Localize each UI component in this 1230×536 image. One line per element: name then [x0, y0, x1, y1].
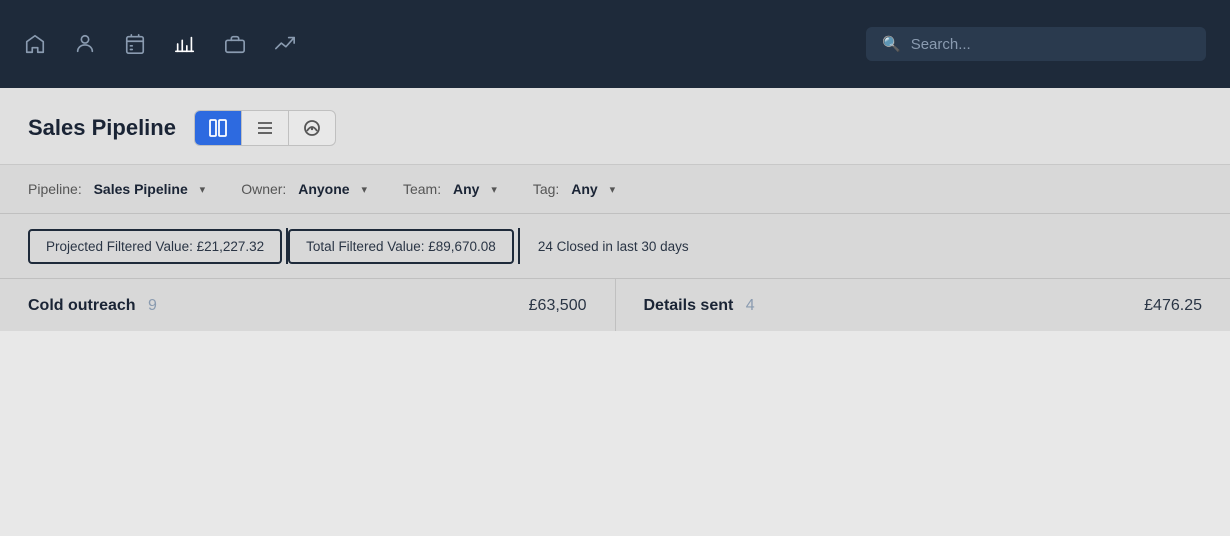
- owner-filter-value: Anyone: [298, 181, 349, 197]
- list-view-button[interactable]: [242, 111, 289, 145]
- closed-stat: 24 Closed in last 30 days: [520, 239, 689, 254]
- pipeline-filter-label: Pipeline:: [28, 181, 82, 197]
- page-header: Sales Pipeline: [0, 88, 1230, 165]
- col-title-group: Cold outreach 9: [28, 297, 157, 315]
- search-icon: 🔍: [882, 35, 901, 53]
- gauge-view-button[interactable]: [289, 111, 335, 145]
- tag-filter[interactable]: Tag: Any ▾: [533, 181, 615, 197]
- col-title: Cold outreach: [28, 297, 136, 314]
- owner-chevron-icon: ▾: [361, 183, 367, 196]
- projected-value-box: Projected Filtered Value: £21,227.32: [28, 229, 282, 264]
- filter-bar: Pipeline: Sales Pipeline ▾ Owner: Anyone…: [0, 165, 1230, 214]
- team-filter-label: Team:: [403, 181, 441, 197]
- pipeline-column-details-sent: Details sent 4 £476.25: [616, 279, 1230, 331]
- projected-value-amount: £21,227.32: [197, 239, 265, 254]
- total-value-amount: £89,670.08: [428, 239, 496, 254]
- search-bar[interactable]: 🔍: [866, 27, 1206, 61]
- projected-value-label: Projected Filtered Value:: [46, 239, 193, 254]
- trend-icon[interactable]: [274, 33, 296, 55]
- col-value-2: £476.25: [1144, 297, 1202, 315]
- col-count-2: 4: [746, 297, 755, 314]
- search-input[interactable]: [911, 36, 1190, 53]
- team-filter[interactable]: Team: Any ▾: [403, 181, 497, 197]
- person-icon[interactable]: [74, 33, 96, 55]
- owner-filter-label: Owner:: [241, 181, 286, 197]
- col-title-group-2: Details sent 4: [644, 297, 755, 315]
- page-title: Sales Pipeline: [28, 115, 176, 141]
- col-value: £63,500: [529, 297, 587, 315]
- team-chevron-icon: ▾: [491, 183, 497, 196]
- stats-bar: Projected Filtered Value: £21,227.32 Tot…: [0, 214, 1230, 279]
- view-toggle: [194, 110, 336, 146]
- col-count: 9: [148, 297, 157, 314]
- team-filter-value: Any: [453, 181, 479, 197]
- tag-filter-value: Any: [571, 181, 597, 197]
- top-navigation: 🔍: [0, 0, 1230, 88]
- tag-chevron-icon: ▾: [610, 183, 616, 196]
- pipeline-column-cold-outreach: Cold outreach 9 £63,500: [0, 279, 616, 331]
- chart-icon[interactable]: [174, 33, 196, 55]
- content-area: Sales Pipeline Pipeline: Sales Pipeline …: [0, 88, 1230, 331]
- pipeline-filter-value: Sales Pipeline: [94, 181, 188, 197]
- home-icon[interactable]: [24, 33, 46, 55]
- pipeline-chevron-icon: ▾: [200, 183, 206, 196]
- briefcase-icon[interactable]: [224, 33, 246, 55]
- total-value-label: Total Filtered Value:: [306, 239, 424, 254]
- pipeline-columns: Cold outreach 9 £63,500 Details sent 4 £…: [0, 279, 1230, 331]
- nav-icon-group: [24, 33, 296, 55]
- calendar-icon[interactable]: [124, 33, 146, 55]
- tag-filter-label: Tag:: [533, 181, 559, 197]
- pipeline-filter[interactable]: Pipeline: Sales Pipeline ▾: [28, 181, 205, 197]
- col-title-2: Details sent: [644, 297, 734, 314]
- owner-filter[interactable]: Owner: Anyone ▾: [241, 181, 367, 197]
- board-view-button[interactable]: [195, 111, 242, 145]
- total-value-box: Total Filtered Value: £89,670.08: [288, 229, 514, 264]
